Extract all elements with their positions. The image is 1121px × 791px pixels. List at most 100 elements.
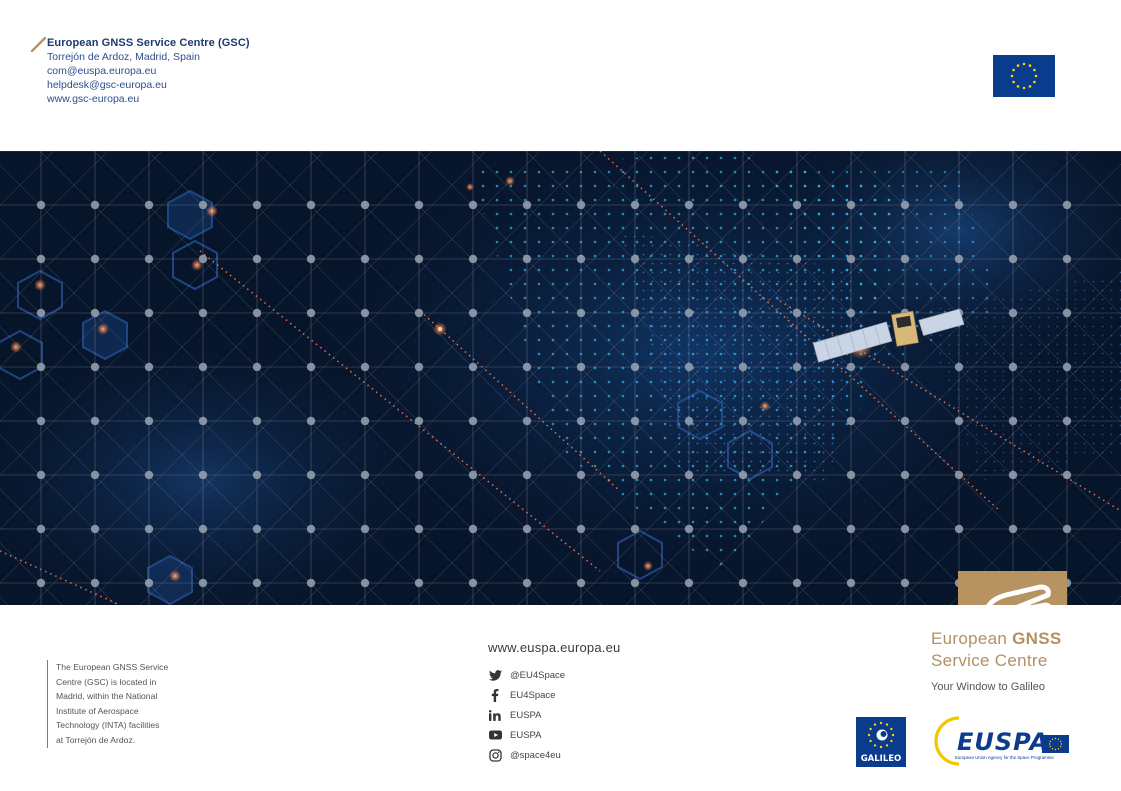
- social-links: @EU4Space EU4Space EUSPA EUSPA @space4eu: [488, 665, 688, 765]
- grid-node: [252, 578, 262, 588]
- grid-node: [522, 362, 532, 372]
- slash-mark-icon: [30, 36, 46, 52]
- twitter-icon: [488, 668, 502, 682]
- social-item-twitter[interactable]: @EU4Space: [488, 665, 688, 685]
- grid-node: [792, 200, 802, 210]
- grid-node: [1062, 524, 1072, 534]
- social-label: EUSPA: [510, 709, 542, 721]
- instagram-icon: [488, 748, 502, 762]
- grid-node: [792, 308, 802, 318]
- grid-node: [792, 470, 802, 480]
- about-line: The European GNSS Service: [56, 662, 169, 672]
- grid-node: [198, 308, 208, 318]
- linkedin-icon: [488, 708, 502, 722]
- grid-node: [900, 578, 910, 588]
- grid-node: [522, 416, 532, 426]
- grid-node: [1062, 362, 1072, 372]
- website-link[interactable]: www.gsc-europa.eu: [47, 92, 450, 106]
- grid-node: [684, 470, 694, 480]
- grid-node: [792, 362, 802, 372]
- grid-node: [1008, 416, 1018, 426]
- grid-node: [738, 362, 748, 372]
- grid-node: [630, 308, 640, 318]
- grid-node: [144, 362, 154, 372]
- grid-node: [360, 416, 370, 426]
- gsc-brand-block: European GNSS Service Centre Your Window…: [931, 628, 1111, 693]
- grid-node: [630, 200, 640, 210]
- grid-node: [954, 200, 964, 210]
- euspa-website-link[interactable]: www.euspa.europa.eu: [488, 640, 620, 655]
- grid-node: [1008, 470, 1018, 480]
- grid-node: [252, 308, 262, 318]
- grid-node: [144, 470, 154, 480]
- grid-node: [738, 470, 748, 480]
- grid-node: [1008, 362, 1018, 372]
- grid-node: [306, 524, 316, 534]
- grid-node: [36, 578, 46, 588]
- grid-node: [684, 362, 694, 372]
- grid-node: [576, 308, 586, 318]
- euspa-logo: EUSPA European Union Agency for the Spac…: [933, 715, 1073, 767]
- grid-node: [522, 200, 532, 210]
- grid-node: [360, 200, 370, 210]
- grid-node: [738, 524, 748, 534]
- grid-node: [144, 416, 154, 426]
- grid-node: [198, 578, 208, 588]
- grid-node: [198, 524, 208, 534]
- grid-node: [684, 308, 694, 318]
- grid-node: [792, 578, 802, 588]
- grid-node: [792, 416, 802, 426]
- grid-node: [846, 200, 856, 210]
- grid-node: [738, 308, 748, 318]
- grid-node: [360, 362, 370, 372]
- grid-node: [306, 578, 316, 588]
- grid-node: [90, 470, 100, 480]
- grid-node: [414, 578, 424, 588]
- social-label: @space4eu: [510, 749, 561, 761]
- grid-node: [36, 200, 46, 210]
- grid-node: [360, 578, 370, 588]
- social-item-youtube[interactable]: EUSPA: [488, 725, 688, 745]
- grid-node: [522, 308, 532, 318]
- euspa-wordmark: EUSPA: [957, 728, 1050, 756]
- grid-node: [1062, 416, 1072, 426]
- email-link-helpdesk[interactable]: helpdesk@gsc-europa.eu: [47, 78, 450, 92]
- grid-node: [846, 470, 856, 480]
- grid-node: [144, 524, 154, 534]
- grid-node: [1008, 524, 1018, 534]
- grid-node: [846, 578, 856, 588]
- grid-node: [630, 254, 640, 264]
- about-line: at Torrejón de Ardoz.: [56, 734, 136, 745]
- brand-title-line1: European GNSS: [931, 628, 1111, 650]
- hand-icon: [958, 571, 1067, 605]
- social-item-linkedin[interactable]: EUSPA: [488, 705, 688, 725]
- grid-node: [684, 254, 694, 264]
- hero-banner: [0, 151, 1121, 605]
- grid-node: [144, 254, 154, 264]
- social-item-facebook[interactable]: EU4Space: [488, 685, 688, 705]
- grid-node: [414, 416, 424, 426]
- grid-node: [252, 416, 262, 426]
- grid-node: [36, 362, 46, 372]
- grid-node: [252, 254, 262, 264]
- galileo-wordmark: GALILEO: [860, 754, 902, 764]
- grid-node: [576, 200, 586, 210]
- grid-node: [414, 470, 424, 480]
- grid-node: [90, 200, 100, 210]
- eu-flag-small-icon: [1042, 735, 1069, 753]
- grid-node: [738, 416, 748, 426]
- grid-node: [522, 578, 532, 588]
- grid-node: [630, 578, 640, 588]
- grid-node: [468, 200, 478, 210]
- grid-node: [576, 362, 586, 372]
- grid-node: [306, 416, 316, 426]
- grid-node: [414, 254, 424, 264]
- grid-node: [900, 416, 910, 426]
- grid-node: [1008, 308, 1018, 318]
- email-link-com[interactable]: com@euspa.europa.eu: [47, 64, 450, 78]
- social-item-instagram[interactable]: @space4eu: [488, 745, 688, 765]
- grid-node: [576, 524, 586, 534]
- grid-node: [1008, 200, 1018, 210]
- brand-title-pre: European: [931, 629, 1013, 648]
- grid-node: [360, 308, 370, 318]
